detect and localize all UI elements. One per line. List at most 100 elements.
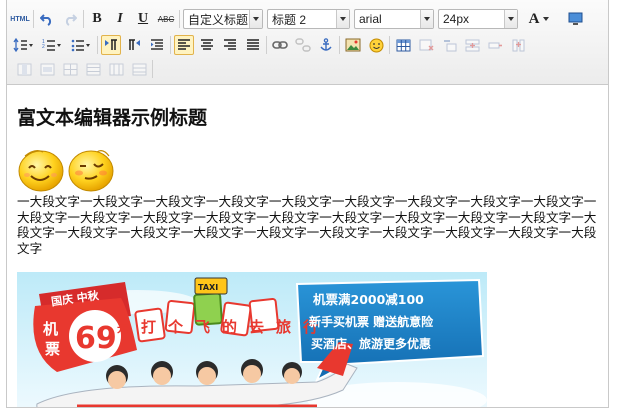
banner-bubble-line1: 机票满2000减100 — [313, 292, 424, 307]
emotion-icon — [369, 38, 383, 52]
undo-icon — [40, 14, 52, 26]
split-cells-button[interactable] — [106, 59, 126, 79]
font-size-select[interactable]: 24px — [438, 9, 518, 29]
ltr-icon — [105, 39, 117, 50]
redo-button[interactable] — [60, 9, 80, 29]
banner-price-unit: 元 — [117, 322, 128, 335]
document-heading: 富文本编辑器示例标题 — [17, 107, 208, 129]
banner-bubble-line3: 买酒店、旅游更多优惠 — [311, 336, 431, 351]
unordered-list-icon — [71, 39, 90, 52]
merge-down-button[interactable] — [83, 59, 103, 79]
chevron-down-icon — [543, 17, 550, 21]
ordered-list-button[interactable]: 12 — [39, 35, 65, 55]
bold-button[interactable]: B — [87, 9, 107, 29]
insert-image-button[interactable] — [343, 35, 363, 55]
align-center-icon — [201, 39, 213, 50]
delete-row-button[interactable] — [485, 35, 505, 55]
anchor-button[interactable] — [316, 35, 336, 55]
banner-bubble-line2: 新手买机票 赠送航意险 — [309, 314, 434, 329]
emotion-button[interactable] — [366, 35, 386, 55]
font-color-icon: A — [528, 10, 540, 27]
align-justify-button[interactable] — [243, 35, 263, 55]
toolbar-separator — [170, 36, 171, 54]
strikethrough-button[interactable]: ABC — [156, 9, 176, 29]
banner-taxi: TAXI — [198, 283, 218, 292]
indent-button[interactable] — [147, 35, 167, 55]
merge-right-button[interactable] — [60, 59, 80, 79]
rtl-button[interactable] — [124, 35, 144, 55]
anchor-icon — [320, 38, 332, 51]
font-size-value: 24px — [443, 12, 470, 26]
align-center-button[interactable] — [197, 35, 217, 55]
unordered-list-button[interactable] — [68, 35, 94, 55]
paragraph-format-value: 标题 2 — [272, 12, 307, 27]
ordered-list-icon: 12 — [42, 39, 61, 51]
unlink-button[interactable] — [293, 35, 313, 55]
insert-table-button[interactable] — [393, 35, 413, 55]
toolbar-row-3 — [14, 58, 156, 80]
delete-table-button[interactable] — [416, 35, 436, 55]
underline-button[interactable]: U — [133, 9, 153, 29]
table-icon — [396, 39, 410, 51]
toolbar-separator — [339, 36, 340, 54]
html-icon: HTML — [10, 15, 30, 23]
html-source-button[interactable]: HTML — [10, 9, 30, 29]
insert-column-icon — [512, 39, 524, 51]
merge-cells-icon — [40, 63, 54, 75]
editor-content-area[interactable]: 富文本编辑器示例标题 一大段文字一大段文字一大段文字一大段文字一大段文字一大段文… — [17, 88, 602, 407]
banner-illustration: 国庆 中秋 机 票 69 元 TAXI 打个飞的去旅行 机票满2000减100 … — [17, 272, 487, 407]
delete-column-button[interactable] — [14, 59, 34, 79]
delete-table-icon — [419, 39, 433, 50]
font-family-select[interactable]: arial — [354, 9, 434, 29]
merge-cells-button[interactable] — [37, 59, 57, 79]
split-rows-icon — [132, 63, 146, 75]
fullscreen-icon — [568, 12, 582, 25]
toolbar-separator — [152, 60, 153, 78]
paragraph-before-table-icon — [443, 39, 456, 51]
rich-text-editor: HTML B I U ABC 自定义标题 标题 2 arial 24px A 1… — [6, 0, 609, 408]
toolbar-separator — [97, 36, 98, 54]
toolbar-separator — [33, 10, 34, 28]
paragraph-format-select[interactable]: 标题 2 — [267, 9, 350, 29]
align-right-button[interactable] — [220, 35, 240, 55]
toolbar-separator — [389, 36, 390, 54]
chevron-down-icon — [420, 10, 433, 28]
chevron-down-icon — [249, 10, 262, 28]
rtl-icon — [129, 39, 140, 50]
banner-price: 69 — [75, 321, 117, 356]
bold-icon: B — [92, 11, 102, 26]
banner-slogan: 打个飞的去旅行 — [141, 318, 330, 336]
align-left-button[interactable] — [174, 35, 194, 55]
custom-title-select[interactable]: 自定义标题 — [183, 9, 263, 29]
body-paragraph: 一大段文字一大段文字一大段文字一大段文字一大段文字一大段文字一大段文字一大段文字… — [17, 194, 597, 256]
ltr-button[interactable] — [101, 35, 121, 55]
insert-paragraph-before-table-button[interactable] — [439, 35, 459, 55]
link-icon — [272, 41, 288, 49]
toolbar-row-2: 12 — [10, 34, 531, 56]
font-color-button[interactable]: A — [522, 9, 556, 29]
delete-row-icon — [488, 42, 502, 48]
undo-button[interactable] — [37, 9, 57, 29]
toolbar-separator — [179, 10, 180, 28]
merge-right-icon — [63, 63, 77, 75]
split-rows-button[interactable] — [129, 59, 149, 79]
line-height-button[interactable] — [10, 35, 36, 55]
insert-column-button[interactable] — [508, 35, 528, 55]
insert-row-button[interactable] — [462, 35, 482, 55]
italic-button[interactable]: I — [110, 9, 130, 29]
link-button[interactable] — [270, 35, 290, 55]
editor-toolbar: HTML B I U ABC 自定义标题 标题 2 arial 24px A 1… — [7, 0, 608, 85]
smiley-emoticon — [18, 150, 64, 192]
fullscreen-button[interactable] — [565, 9, 585, 29]
banner-ticket-left2: 票 — [45, 340, 60, 358]
image-icon — [345, 38, 361, 52]
banner-ticket-left: 机 — [43, 320, 58, 338]
align-justify-icon — [247, 39, 259, 50]
font-family-value: arial — [359, 12, 382, 26]
split-cells-icon — [109, 63, 123, 75]
align-left-icon — [178, 39, 190, 50]
emoticon-group — [17, 146, 602, 192]
toolbar-row-1: HTML B I U ABC 自定义标题 标题 2 arial 24px A — [10, 8, 588, 30]
promo-banner-image: 国庆 中秋 机 票 69 元 TAXI 打个飞的去旅行 机票满2000减100 … — [17, 272, 487, 407]
indent-icon — [151, 39, 163, 50]
